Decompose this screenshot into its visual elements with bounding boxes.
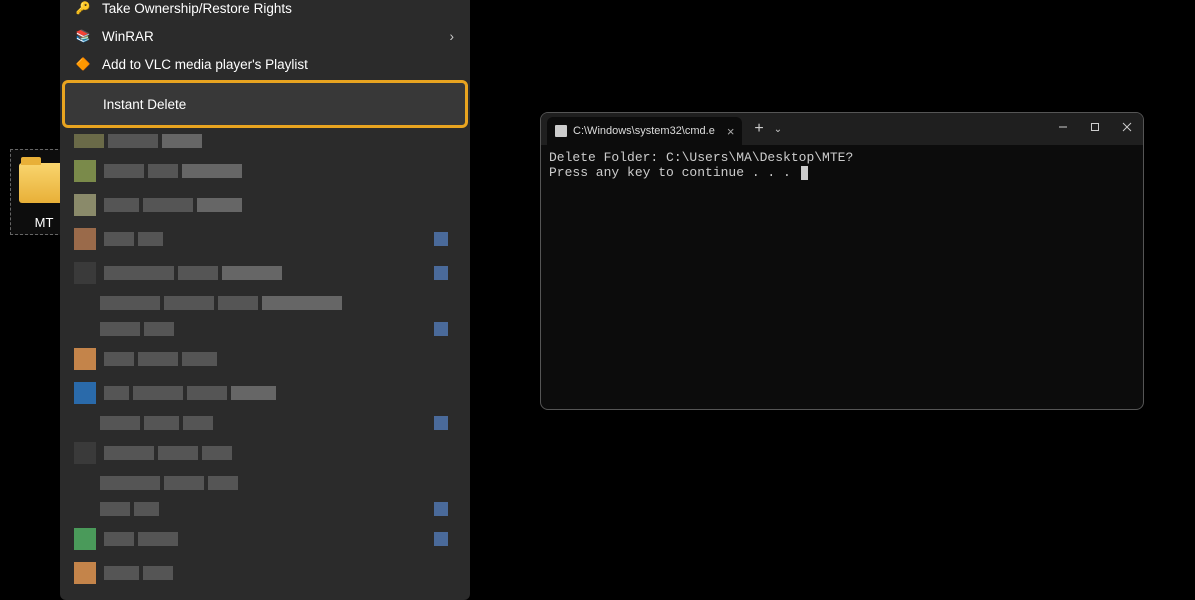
folder-label: MT	[35, 215, 54, 230]
lock-icon: 🔑	[74, 0, 92, 17]
tab-dropdown-icon[interactable]: ⌄	[774, 124, 782, 135]
menu-item-label: Add to VLC media player's Playlist	[102, 57, 308, 72]
maximize-button[interactable]	[1079, 113, 1111, 141]
terminal-line: Press any key to continue . . .	[549, 166, 1135, 181]
blurred-menu-item	[64, 524, 466, 554]
terminal-tab[interactable]: C:\Windows\system32\cmd.e ×	[547, 117, 742, 145]
context-menu: 🔑 Take Ownership/Restore Rights 📚 WinRAR…	[60, 0, 470, 600]
blurred-menu-item	[64, 412, 466, 434]
menu-item-winrar[interactable]: 📚 WinRAR ›	[64, 22, 466, 50]
blurred-menu-item	[64, 130, 466, 152]
menu-item-label: Take Ownership/Restore Rights	[102, 1, 292, 16]
blurred-menu-item	[64, 558, 466, 588]
new-tab-button[interactable]: +	[754, 120, 763, 138]
blurred-menu-item	[64, 318, 466, 340]
blurred-menu-item	[64, 438, 466, 468]
cmd-icon	[555, 125, 567, 137]
window-controls	[1047, 113, 1143, 141]
winrar-icon: 📚	[74, 27, 92, 45]
blurred-menu-item	[64, 378, 466, 408]
close-window-button[interactable]	[1111, 113, 1143, 141]
blurred-menu-item	[64, 224, 466, 254]
close-tab-icon[interactable]: ×	[727, 124, 735, 139]
terminal-titlebar[interactable]: C:\Windows\system32\cmd.e × + ⌄	[541, 113, 1143, 145]
menu-item-label: WinRAR	[102, 29, 154, 44]
terminal-body[interactable]: Delete Folder: C:\Users\MA\Desktop\MTE? …	[541, 145, 1143, 187]
cursor	[801, 166, 808, 180]
terminal-line: Delete Folder: C:\Users\MA\Desktop\MTE?	[549, 151, 1135, 166]
blurred-menu-item	[64, 258, 466, 288]
minimize-button[interactable]	[1047, 113, 1079, 141]
blurred-menu-item	[64, 190, 466, 220]
menu-item-take-ownership[interactable]: 🔑 Take Ownership/Restore Rights	[64, 0, 466, 22]
minimize-icon	[1058, 122, 1068, 132]
blurred-menu-item	[64, 498, 466, 520]
menu-item-vlc-playlist[interactable]: 🔶 Add to VLC media player's Playlist	[64, 50, 466, 78]
close-icon	[1122, 122, 1132, 132]
chevron-right-icon: ›	[450, 29, 455, 44]
menu-item-instant-delete[interactable]: Instant Delete	[62, 80, 468, 128]
blurred-menu-item	[64, 472, 466, 494]
terminal-window: C:\Windows\system32\cmd.e × + ⌄ Delete F…	[540, 112, 1144, 410]
blurred-menu-item	[64, 344, 466, 374]
maximize-icon	[1090, 122, 1100, 132]
blurred-menu-item	[64, 292, 466, 314]
vlc-icon: 🔶	[74, 55, 92, 73]
blank-icon	[75, 95, 93, 113]
menu-item-label: Instant Delete	[103, 97, 186, 112]
tab-title: C:\Windows\system32\cmd.e	[573, 125, 715, 137]
blurred-menu-item	[64, 156, 466, 186]
